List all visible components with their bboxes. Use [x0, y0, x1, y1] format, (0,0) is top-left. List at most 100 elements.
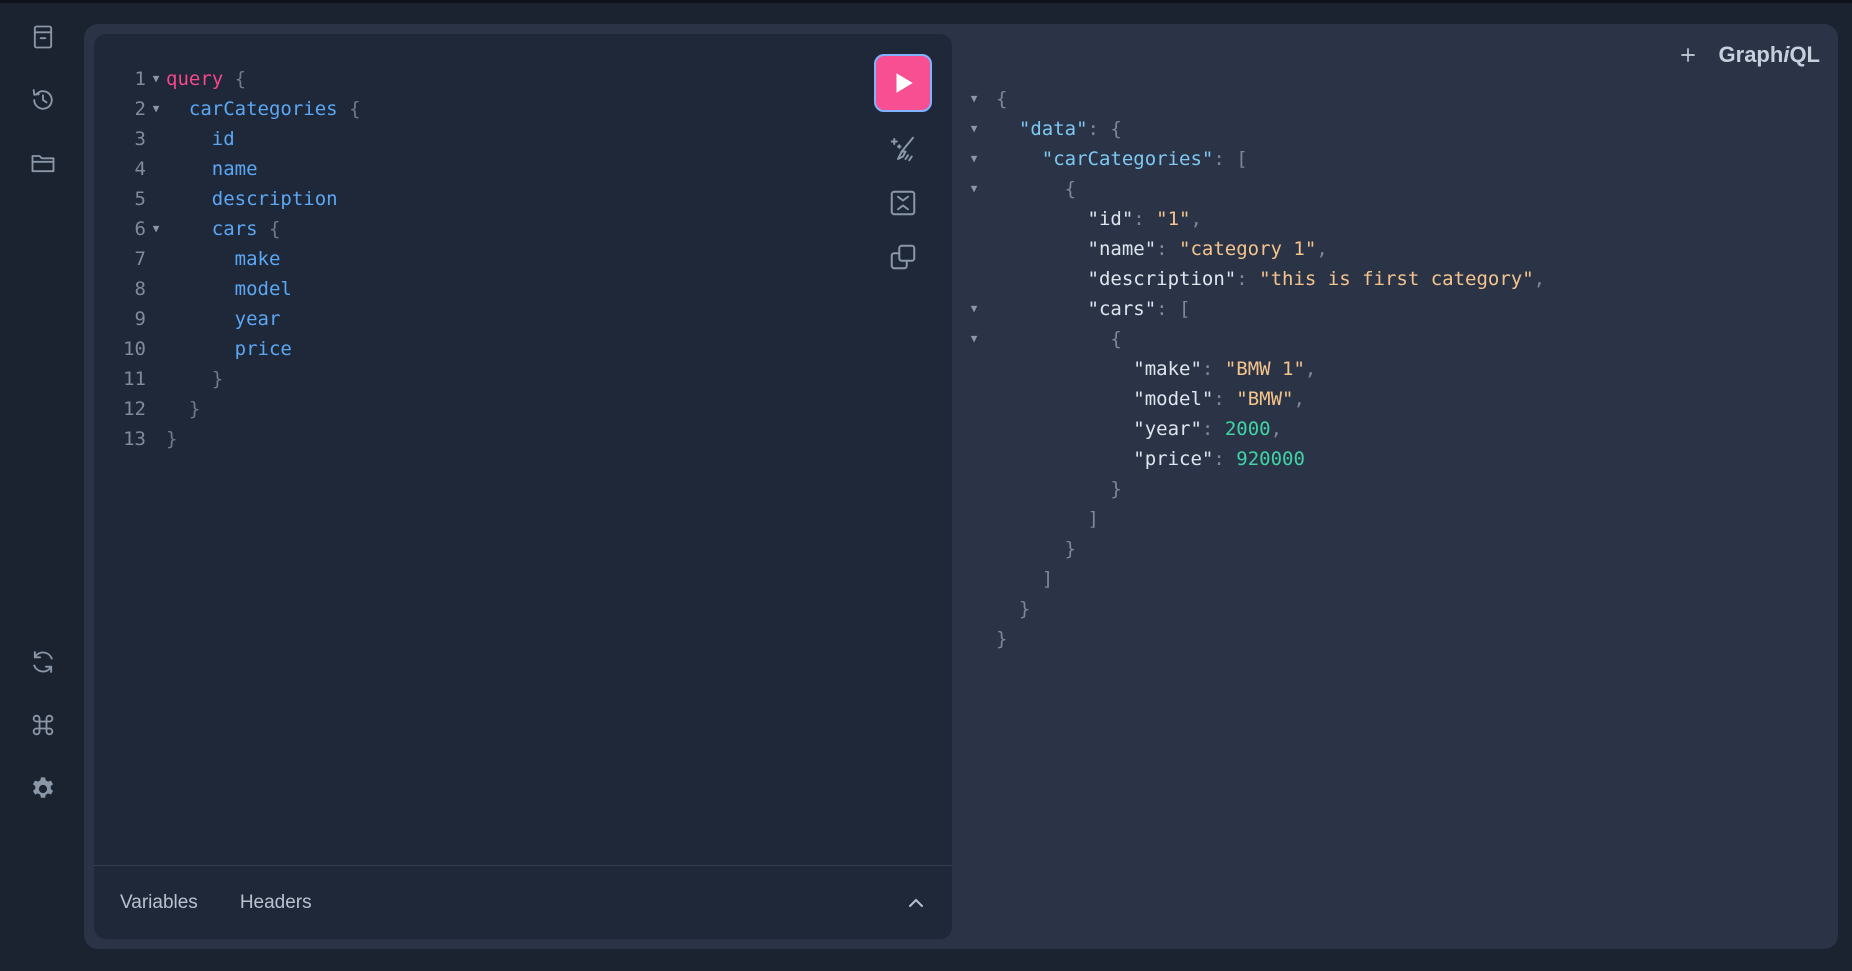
response-text: } [996, 628, 1008, 650]
response-text: "name": "category 1", [1087, 238, 1328, 260]
response-line: "make": "BMW 1", [964, 354, 1545, 384]
fold-arrow-icon[interactable]: ▼ [964, 174, 984, 204]
fold-gutter [964, 564, 984, 594]
window-top-border [0, 0, 1852, 3]
merge-fragments-button[interactable] [882, 182, 924, 224]
fold-arrow-icon[interactable]: ▼ [964, 84, 984, 114]
response-text: "carCategories": [ [1041, 148, 1248, 170]
refetch-schema-icon[interactable] [22, 641, 64, 683]
response-text: "year": 2000, [1133, 418, 1283, 440]
fold-gutter [964, 594, 984, 624]
tab-variables[interactable]: Variables [120, 886, 198, 920]
copy-query-icon [890, 244, 916, 270]
response-line: "name": "category 1", [964, 234, 1545, 264]
line-number: 12 [123, 398, 146, 420]
fold-gutter [146, 304, 166, 334]
fold-gutter [964, 624, 984, 654]
query-editor[interactable]: 1 ▼ query {2 ▼ carCategories {3 id 4 name 5 d… [114, 64, 361, 454]
response-text: "data": { [1018, 118, 1122, 140]
response-line: } [964, 474, 1545, 504]
response-line: ] [964, 504, 1545, 534]
sidebar [0, 3, 84, 971]
line-number: 6 [134, 218, 146, 240]
shortcuts-command-icon[interactable] [22, 704, 64, 746]
explorer-folder-icon[interactable] [22, 142, 64, 184]
fold-arrow-icon[interactable]: ▼ [964, 114, 984, 144]
history-icon[interactable] [22, 79, 64, 121]
line-number: 11 [123, 368, 146, 390]
response-line: ▼ { [964, 324, 1545, 354]
response-line: } [964, 594, 1545, 624]
code-line: 6 ▼ cars { [114, 214, 361, 244]
fold-gutter [964, 534, 984, 564]
line-number: 1 [134, 68, 146, 90]
fold-gutter [964, 234, 984, 264]
docs-icon[interactable] [22, 16, 64, 58]
code-text: cars { [211, 218, 281, 240]
response-line: ▼{ [964, 84, 1545, 114]
code-line: 13} [114, 424, 361, 454]
code-line: 9 year [114, 304, 361, 334]
line-number: 4 [134, 158, 146, 180]
response-line: "year": 2000, [964, 414, 1545, 444]
settings-gear-icon[interactable] [22, 768, 64, 810]
fold-gutter [146, 274, 166, 304]
add-tab-icon[interactable] [1671, 38, 1705, 72]
fold-arrow-icon[interactable]: ▼ [964, 324, 984, 354]
fold-gutter [146, 364, 166, 394]
response-line: "price": 920000 [964, 444, 1545, 474]
response-line: "model": "BMW", [964, 384, 1545, 414]
code-text: model [234, 278, 292, 300]
response-line: ▼ "data": { [964, 114, 1545, 144]
fold-gutter [146, 124, 166, 154]
execute-query-button[interactable] [874, 54, 932, 112]
response-text: "cars": [ [1087, 298, 1191, 320]
code-text: } [188, 398, 201, 420]
line-number: 10 [123, 338, 146, 360]
fold-arrow-icon[interactable]: ▼ [146, 214, 166, 244]
response-text: ] [1041, 568, 1054, 590]
response-text: { [1110, 328, 1122, 350]
code-line: 5 description [114, 184, 361, 214]
code-line: 1 ▼ query { [114, 64, 361, 94]
fold-gutter [964, 264, 984, 294]
response-line: ] [964, 564, 1545, 594]
response-text: { [1064, 178, 1077, 200]
chevron-up-icon[interactable] [904, 891, 928, 915]
response-line: ▼ "cars": [ [964, 294, 1545, 324]
line-number: 7 [134, 248, 146, 270]
fold-gutter [964, 414, 984, 444]
code-text: description [211, 188, 338, 210]
fold-gutter [964, 354, 984, 384]
fold-arrow-icon[interactable]: ▼ [964, 294, 984, 324]
fold-gutter [964, 474, 984, 504]
response-text: "price": 920000 [1133, 448, 1305, 470]
tab-headers[interactable]: Headers [240, 886, 312, 920]
fold-arrow-icon[interactable]: ▼ [146, 94, 166, 124]
fold-gutter [964, 444, 984, 474]
line-number: 5 [134, 188, 146, 210]
code-text: } [211, 368, 224, 390]
header-actions: GraphiQL [1671, 38, 1820, 72]
code-text: carCategories { [188, 98, 361, 120]
fold-gutter [146, 424, 166, 454]
response-text: "make": "BMW 1", [1133, 358, 1317, 380]
app-logo[interactable]: GraphiQL [1719, 42, 1820, 68]
fold-arrow-icon[interactable]: ▼ [964, 144, 984, 174]
fold-gutter [146, 334, 166, 364]
code-line: 2 ▼ carCategories { [114, 94, 361, 124]
fold-arrow-icon[interactable]: ▼ [146, 64, 166, 94]
prettify-icon [890, 136, 914, 162]
prettify-button[interactable] [882, 128, 924, 170]
response-line: "description": "this is first category", [964, 264, 1546, 294]
code-text: name [211, 158, 258, 180]
response-viewer[interactable]: ▼{▼ "data": {▼ "carCategories": [▼ { "id… [964, 84, 1545, 654]
query-editor-panel: 1 ▼ query {2 ▼ carCategories {3 id 4 name 5 d… [94, 34, 952, 939]
copy-query-button[interactable] [882, 236, 924, 278]
line-number: 8 [134, 278, 146, 300]
line-number: 9 [134, 308, 146, 330]
fold-gutter [964, 204, 984, 234]
response-line: ▼ "carCategories": [ [964, 144, 1545, 174]
code-text: price [234, 338, 292, 360]
fold-gutter [964, 504, 984, 534]
